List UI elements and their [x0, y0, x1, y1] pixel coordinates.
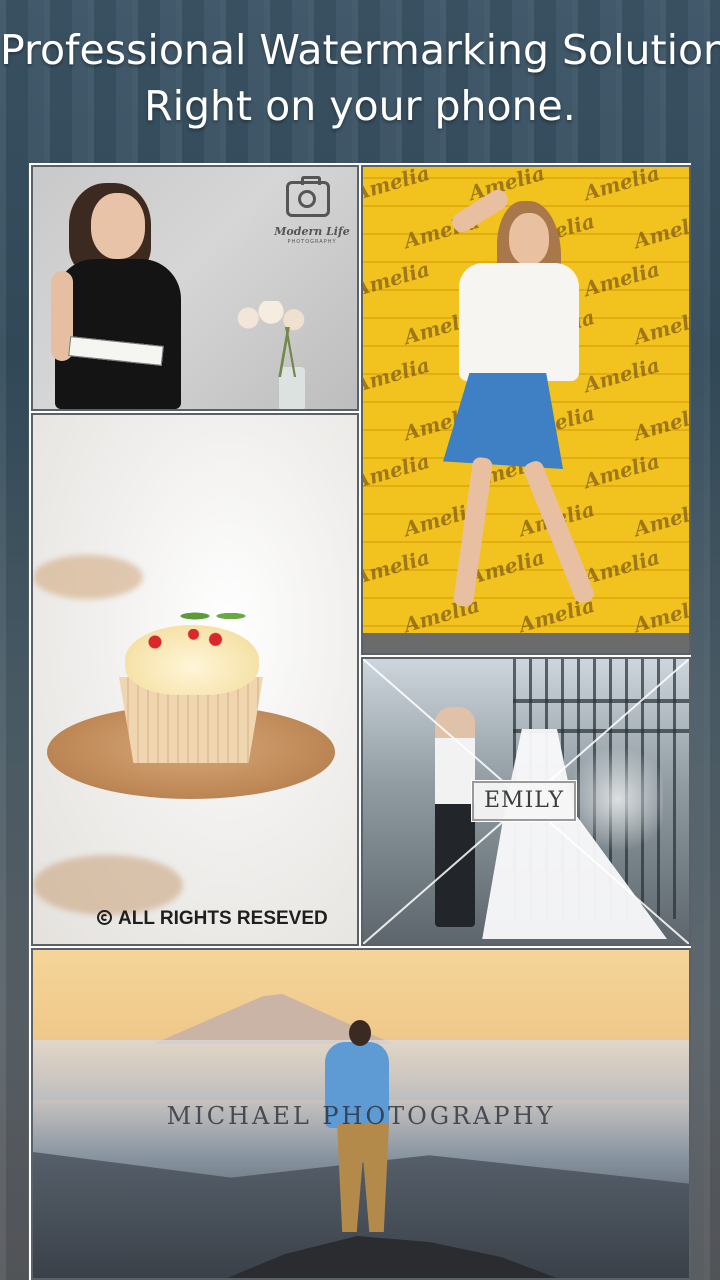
pomegranate-seeds: [133, 629, 243, 655]
mountain-landscape-photo: MICHAEL PHOTOGRAPHY: [31, 948, 691, 1280]
floor: [363, 633, 689, 653]
watermark-amelia: Amelia: [361, 165, 433, 206]
watermark-amelia: Amelia: [631, 304, 691, 350]
watermark-amelia: Amelia: [361, 544, 433, 590]
watermark-amelia: Amelia: [581, 544, 663, 590]
model-face: [509, 213, 549, 265]
woman-reading-photo: Modern Life PHOTOGRAPHY: [31, 165, 359, 411]
watermark-amelia: Amelia: [581, 165, 663, 206]
watermark-amelia: Amelia: [631, 400, 691, 446]
watermark-amelia: Amelia: [361, 448, 433, 494]
yellow-wall-photo: Amelia Amelia Amelia Amelia Amelia Amelia Amel…: [361, 165, 691, 655]
blurred-pastry-top: [33, 555, 143, 599]
watermark-amelia: Amelia: [581, 448, 663, 494]
watermark-amelia: Amelia: [581, 256, 663, 302]
watermark-emily: EMILY: [471, 780, 577, 822]
headline-line-2: Right on your phone.: [144, 82, 576, 130]
blurred-pastry-bottom: [33, 855, 183, 915]
watermark-brand: Modern Life: [274, 225, 350, 238]
hiker-head: [349, 1020, 371, 1046]
watermark-amelia: Amelia: [631, 496, 691, 542]
promo-headline: Professional Watermarking Solution Right…: [0, 22, 720, 134]
flower-stems: [269, 327, 305, 377]
cupcake-photo: ALL RIGHTS RESEVED: [31, 413, 359, 946]
watermark-michael: MICHAEL PHOTOGRAPHY: [166, 1102, 556, 1130]
watermark-amelia: Amelia: [631, 592, 691, 638]
watermark-amelia: Amelia: [361, 256, 433, 302]
model-top: [459, 263, 579, 381]
headline-line-1: Professional Watermarking Solution: [0, 26, 720, 74]
camera-icon: [286, 176, 330, 217]
wedding-photo: EMILY: [361, 657, 691, 946]
mint-leaves: [171, 603, 251, 629]
copyright-icon: [97, 910, 112, 925]
watermark-amelia: Amelia: [361, 352, 433, 398]
woman-dress: [55, 259, 181, 409]
watermark-subtitle: PHOTOGRAPHY: [287, 239, 337, 245]
watermark-rights-text: ALL RIGHTS RESEVED: [118, 908, 328, 929]
watermark-amelia: Amelia: [631, 208, 691, 254]
woman-face: [91, 193, 145, 259]
watermark-rights: ALL RIGHTS RESEVED: [97, 908, 328, 930]
watermark-amelia: Amelia: [581, 352, 663, 398]
